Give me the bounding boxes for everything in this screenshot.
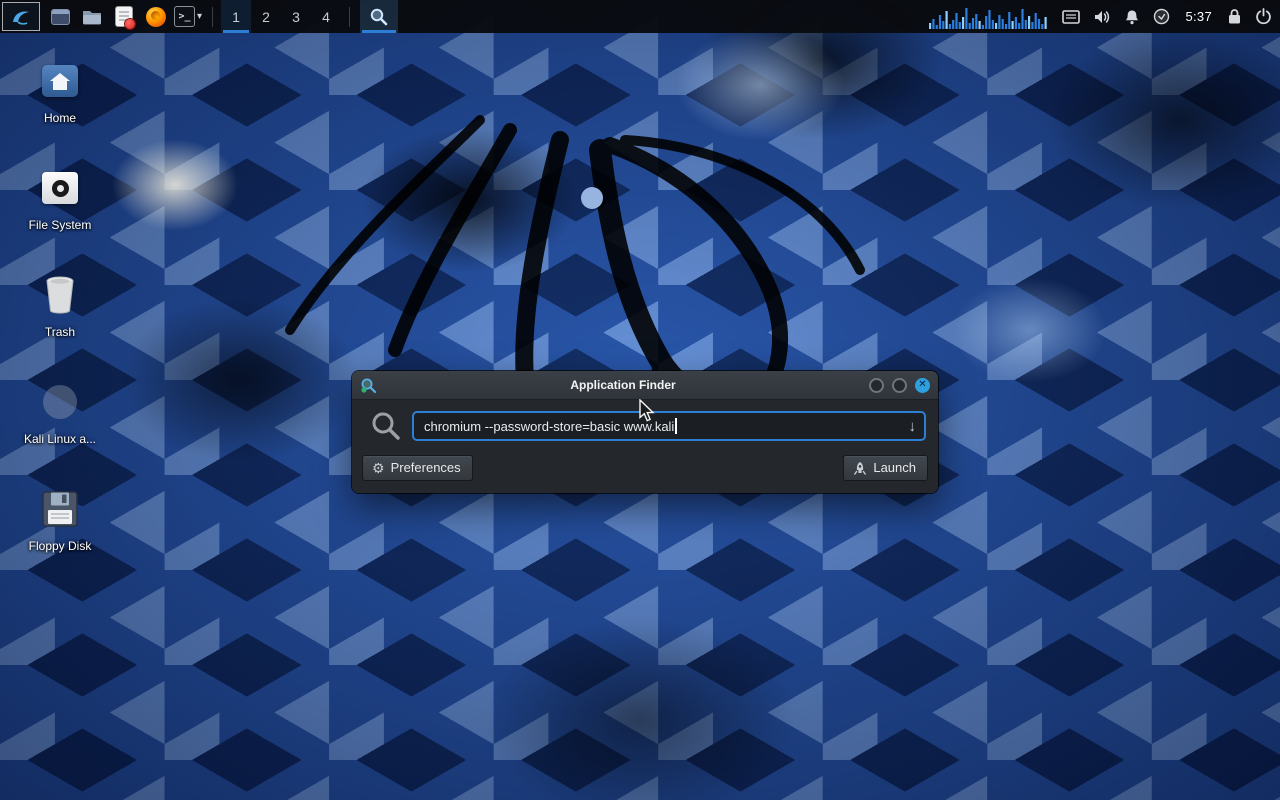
window-title: Application Finder: [377, 378, 869, 392]
command-input-value: chromium --password-store=basic www.kali: [424, 419, 674, 434]
workspace-3-label: 3: [292, 9, 300, 25]
kali-menu-icon: [10, 7, 32, 27]
trash-icon: [44, 276, 76, 314]
command-input[interactable]: chromium --password-store=basic www.kali…: [412, 411, 926, 441]
dropdown-arrow-icon[interactable]: ↓: [901, 419, 917, 434]
application-finder-task-icon: [369, 7, 389, 27]
maximize-button[interactable]: [892, 378, 907, 393]
notifications-bell-icon[interactable]: [1124, 9, 1140, 25]
desktop-icon-kali-linux[interactable]: Kali Linux a...: [8, 373, 112, 480]
window-titlebar-app-icon: [360, 377, 377, 394]
display-settings-icon[interactable]: [1062, 10, 1080, 24]
text-editor-icon: [116, 7, 132, 26]
kali-linux-icon: [43, 385, 77, 419]
panel-left-group: >_ ▾ 1 2 3 4: [0, 0, 398, 33]
window-app-launcher[interactable]: [47, 0, 73, 33]
panel-separator: [349, 7, 350, 27]
terminal-launcher[interactable]: >_ ▾: [174, 6, 202, 27]
window-titlebar[interactable]: Application Finder ✕: [352, 371, 938, 400]
minimize-button[interactable]: [869, 378, 884, 393]
gear-icon: ⚙: [372, 461, 385, 475]
status-tray-icon[interactable]: [1153, 8, 1170, 25]
chevron-down-icon[interactable]: ▾: [197, 11, 202, 22]
workspace-3[interactable]: 3: [281, 0, 311, 33]
floppy-disk-icon: [42, 491, 78, 527]
workspace-2[interactable]: 2: [251, 0, 281, 33]
lock-screen-icon[interactable]: [1227, 8, 1242, 25]
launch-button[interactable]: Launch: [843, 455, 928, 481]
desktop-root: >_ ▾ 1 2 3 4: [0, 0, 1280, 800]
text-editor-launcher[interactable]: [111, 0, 137, 33]
window-controls: ✕: [869, 378, 930, 393]
cpu-activity-graph[interactable]: [929, 5, 1049, 29]
file-system-icon: [42, 172, 78, 204]
taskbar-application-finder[interactable]: [360, 0, 398, 33]
window-app-icon: [51, 9, 70, 25]
close-button[interactable]: ✕: [915, 378, 930, 393]
desktop-icon-label: Floppy Disk: [26, 538, 95, 554]
preferences-button-label: Preferences: [391, 460, 461, 475]
file-manager-icon: [82, 8, 102, 25]
desktop-icon-floppy-disk[interactable]: Floppy Disk: [8, 480, 112, 587]
application-finder-window: Application Finder ✕ chromium --password…: [352, 371, 938, 493]
text-caret: [675, 418, 677, 434]
window-body: chromium --password-store=basic www.kali…: [352, 400, 938, 493]
desktop-icon-label: Home: [41, 110, 79, 126]
panel-separator: [212, 7, 213, 27]
firefox-launcher[interactable]: [143, 0, 169, 33]
panel-right-group: 5:37: [929, 0, 1280, 33]
workspace-1[interactable]: 1: [221, 0, 251, 33]
workspace-2-label: 2: [262, 9, 270, 25]
volume-icon[interactable]: [1093, 9, 1111, 25]
power-logout-icon[interactable]: [1255, 8, 1272, 25]
desktop-icon-file-system[interactable]: File System: [8, 159, 112, 266]
home-icon: [42, 65, 78, 97]
file-manager-launcher[interactable]: [79, 0, 105, 33]
workspace-4-label: 4: [322, 9, 330, 25]
terminal-icon: >_: [174, 6, 195, 27]
clock[interactable]: 5:37: [1183, 9, 1214, 24]
top-panel: >_ ▾ 1 2 3 4: [0, 0, 1280, 33]
workspace-4[interactable]: 4: [311, 0, 341, 33]
launch-button-label: Launch: [873, 460, 916, 475]
desktop-icon-list: Home File System Trash Kali Linux a...: [8, 52, 112, 587]
desktop-icon-trash[interactable]: Trash: [8, 266, 112, 373]
desktop-icon-label: Kali Linux a...: [21, 431, 99, 447]
desktop-icon-label: Trash: [42, 324, 78, 340]
launch-icon: [853, 461, 867, 475]
workspace-1-label: 1: [232, 9, 240, 25]
firefox-icon: [146, 7, 166, 27]
applications-menu-button[interactable]: [2, 2, 40, 31]
desktop-icon-label: File System: [26, 217, 95, 233]
desktop-icon-home[interactable]: Home: [8, 52, 112, 159]
preferences-button[interactable]: ⚙ Preferences: [362, 455, 473, 481]
search-icon: [370, 410, 402, 442]
